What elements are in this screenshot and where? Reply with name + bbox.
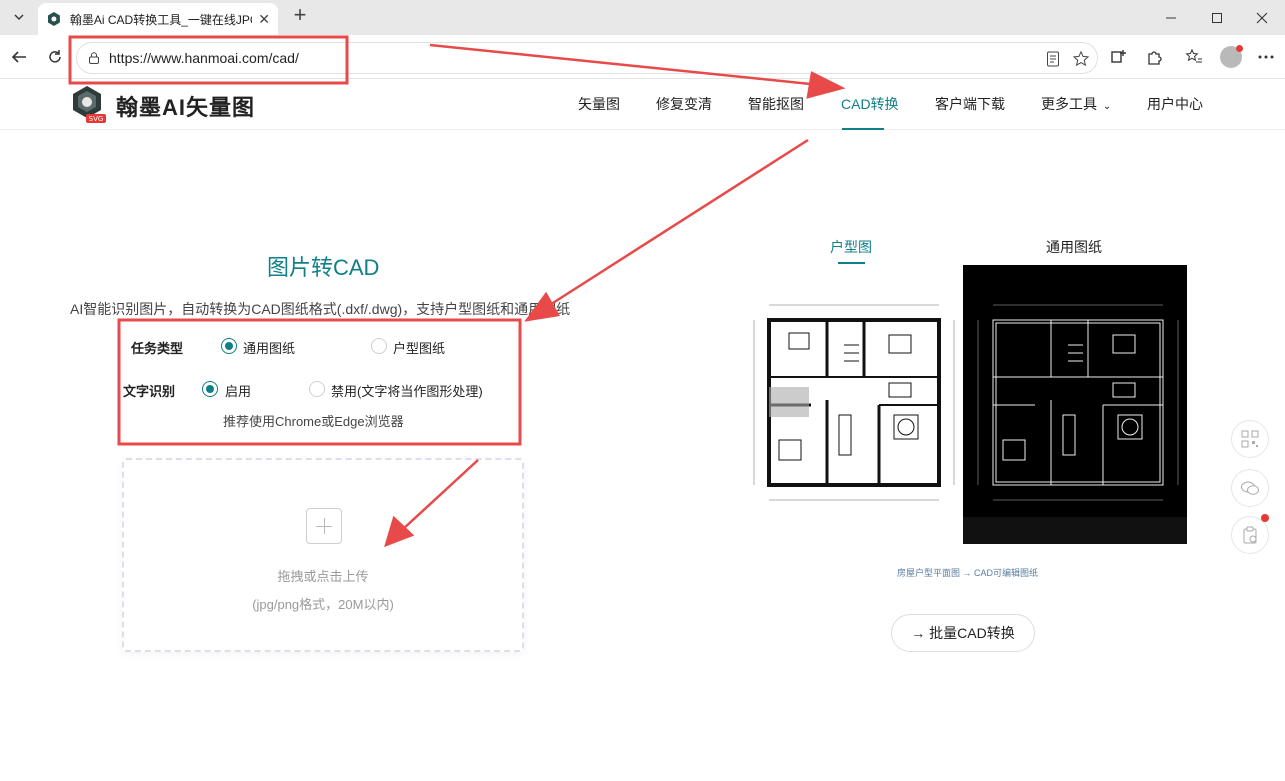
chat-icon[interactable] <box>1231 469 1269 507</box>
nav-more-label: 更多工具 <box>1041 96 1097 112</box>
chevron-down-icon: ⌄ <box>1102 101 1112 112</box>
notification-dot <box>1236 45 1243 52</box>
task-radio-general[interactable] <box>221 338 237 354</box>
nav-item-user-center[interactable]: 用户中心 <box>1147 94 1203 114</box>
task-type-label: 任务类型 <box>131 341 184 356</box>
logo-badge: SVG <box>89 115 104 123</box>
nav-item-restore[interactable]: 修复变清 <box>656 94 712 114</box>
reader-mode-icon[interactable] <box>1043 49 1063 69</box>
floorplan-source-image <box>739 265 963 544</box>
page-title: 图片转CAD <box>267 255 380 280</box>
task-option-general[interactable]: 通用图纸 <box>243 338 295 357</box>
favorites-icon[interactable] <box>1183 46 1205 68</box>
site-header: SVG 翰墨AI矢量图 矢量图 修复变清 智能抠图 CAD转换 客户端下载 更多… <box>0 80 1285 130</box>
upload-hint: (jpg/png格式，20M以内) <box>252 597 394 612</box>
tab-close-icon[interactable]: ✕ <box>258 11 270 28</box>
nav-item-cutout[interactable]: 智能抠图 <box>748 94 804 114</box>
batch-cad-button[interactable]: → 批量CAD转换 <box>891 614 1035 652</box>
sample-tab-floorplan[interactable]: 户型图 <box>830 237 872 257</box>
address-bar[interactable]: https://www.hanmoai.com/cad/ <box>76 42 1098 74</box>
plus-icon[interactable] <box>306 508 342 544</box>
sample-caption: 房屋户型平面图 → CAD可编辑图纸 <box>897 568 1039 578</box>
maximize-icon[interactable] <box>1194 0 1240 35</box>
reload-icon[interactable] <box>43 45 67 69</box>
browser-tab-bar: 翰墨Ai CAD转换工具_一键在线JPG ✕ + <box>0 0 1285 35</box>
web-page: SVG 翰墨AI矢量图 矢量图 修复变清 智能抠图 CAD转换 客户端下载 更多… <box>0 80 1285 781</box>
lock-icon[interactable] <box>87 51 101 65</box>
tab-list-dropdown-icon[interactable] <box>8 6 30 28</box>
page-subtitle: AI智能识别图片，自动转换为CAD图纸格式(.dxf/.dwg)，支持户型图纸和… <box>70 301 571 317</box>
sample-tab-general[interactable]: 通用图纸 <box>1046 237 1102 257</box>
upload-dropzone[interactable]: 拖拽或点击上传 (jpg/png格式，20M以内) <box>122 458 524 652</box>
minimize-icon[interactable] <box>1148 0 1194 35</box>
ocr-radio-disable[interactable] <box>309 381 325 397</box>
split-screen-icon[interactable] <box>1107 46 1129 68</box>
nav-item-vector[interactable]: 矢量图 <box>578 94 620 114</box>
back-icon[interactable] <box>7 45 31 69</box>
task-radio-floorplan[interactable] <box>371 338 387 354</box>
site-favicon-icon <box>47 12 60 26</box>
sample-tab-indicator <box>838 262 865 264</box>
url-text[interactable]: https://www.hanmoai.com/cad/ <box>109 50 299 66</box>
upload-text[interactable]: 拖拽或点击上传 <box>124 566 522 585</box>
ocr-radio-enable[interactable] <box>202 381 218 397</box>
ocr-option-enable[interactable]: 启用 <box>225 381 251 400</box>
extensions-icon[interactable] <box>1143 46 1165 68</box>
close-window-icon[interactable] <box>1239 0 1285 35</box>
address-toolbar: https://www.hanmoai.com/cad/ <box>0 35 1285 79</box>
task-option-floorplan[interactable]: 户型图纸 <box>393 338 445 357</box>
nav-item-download[interactable]: 客户端下载 <box>935 94 1005 114</box>
site-logo-icon[interactable]: SVG <box>66 83 108 125</box>
clipboard-notification-dot <box>1261 514 1269 522</box>
nav-item-more-tools[interactable]: 更多工具 ⌄ <box>1041 94 1111 114</box>
tab-title: 翰墨Ai CAD转换工具_一键在线JPG <box>69 12 253 27</box>
browser-tip: 推荐使用Chrome或Edge浏览器 <box>223 414 404 429</box>
browser-tab[interactable]: 翰墨Ai CAD转换工具_一键在线JPG ✕ <box>38 3 278 35</box>
nav-active-indicator <box>842 128 884 130</box>
ocr-label: 文字识别 <box>123 384 176 399</box>
cad-result-image <box>963 265 1187 544</box>
logo-text[interactable]: 翰墨AI矢量图 <box>116 90 255 122</box>
favorite-star-icon[interactable] <box>1071 49 1091 69</box>
nav-item-cad[interactable]: CAD转换 <box>841 94 899 114</box>
ocr-option-disable[interactable]: 禁用(文字将当作图形处理) <box>331 381 483 400</box>
new-tab-icon[interactable]: + <box>288 4 312 28</box>
qrcode-icon[interactable] <box>1231 420 1269 458</box>
more-menu-icon[interactable] <box>1255 46 1277 68</box>
